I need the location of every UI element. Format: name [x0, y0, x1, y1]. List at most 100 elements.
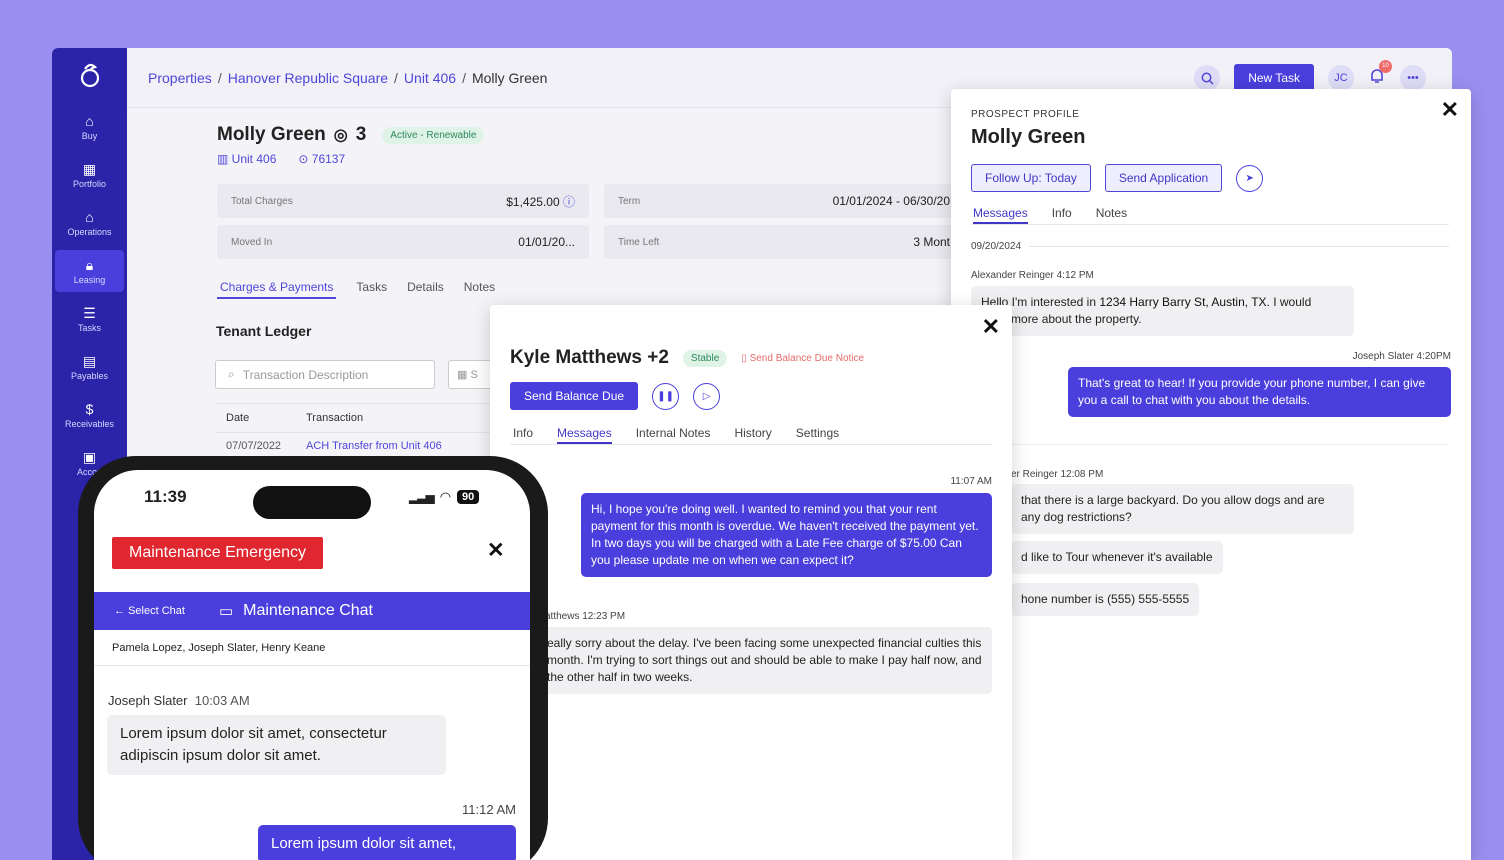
- transaction-search-input[interactable]: ⌕ Transaction Description: [215, 360, 435, 389]
- occupant-count: 3: [355, 124, 367, 145]
- person-icon: ◎: [333, 127, 348, 144]
- tenant-chat-panel: ✕ Kyle Matthews +2 Stable ▯ Send Balance…: [490, 305, 1012, 860]
- pause-icon[interactable]: ❚❚: [652, 382, 680, 410]
- search-icon[interactable]: [1194, 65, 1221, 91]
- building-icon: ▥: [217, 152, 232, 166]
- new-task-button[interactable]: New Task: [1234, 64, 1314, 92]
- stat-label: Total Charges: [231, 195, 293, 207]
- send-balance-due-button[interactable]: Send Balance Due: [510, 382, 639, 410]
- chat-title: Kyle Matthews +2: [510, 347, 669, 368]
- tab-messages[interactable]: Messages: [973, 206, 1028, 224]
- message-bubble: hone number is (555) 555-5555: [1011, 583, 1200, 616]
- tab-charges-payments[interactable]: Charges & Payments: [217, 280, 337, 299]
- moved-in-card: Moved In 01/01/20...: [217, 225, 589, 259]
- back-button[interactable]: ← Select Chat: [114, 605, 185, 617]
- message-bubble: Hi, I hope you're doing well. I wanted t…: [581, 493, 992, 577]
- tab-tasks[interactable]: Tasks: [356, 280, 387, 299]
- status-badge: Active - Renewable: [382, 126, 485, 144]
- stat-value: $1,425.00: [506, 194, 560, 209]
- message-bubble: Hello I'm interested in 1234 Harry Barry…: [971, 286, 1354, 336]
- tab-notes[interactable]: Notes: [1096, 206, 1127, 224]
- send-application-button[interactable]: Send Application: [1104, 164, 1223, 192]
- message-address: 1234 Harry Barry St, Austin, TX.: [1099, 295, 1270, 309]
- ledger-title: Tenant Ledger: [216, 323, 312, 339]
- stat-value: 01/01/2024 - 06/30/20: [832, 194, 950, 208]
- message-bubble: that there is a large backyard. Do you a…: [1011, 484, 1354, 534]
- message-time: 11:07 AM: [950, 476, 992, 487]
- sidebar-item-label: Portfolio: [72, 179, 107, 189]
- tab-history[interactable]: History: [734, 426, 771, 444]
- sidebar-item-buy[interactable]: ⌂ Buy: [55, 106, 124, 148]
- tenant-name: Molly Green: [217, 124, 326, 145]
- more-icon[interactable]: •••: [1400, 65, 1426, 91]
- dollar-document-icon: $: [85, 401, 94, 417]
- message-bubble: Lorem ipsum dolor sit amet, consectetur …: [107, 715, 446, 775]
- tab-details[interactable]: Details: [407, 280, 444, 299]
- sidebar-item-label: Leasing: [73, 275, 106, 285]
- tab-info[interactable]: Info: [513, 426, 533, 444]
- prospect-profile-panel: ✕ PROSPECT PROFILE Molly Green Follow Up…: [951, 89, 1471, 860]
- skip-icon[interactable]: ▷: [693, 382, 721, 410]
- wifi-icon: ◠: [439, 489, 452, 504]
- emergency-banner[interactable]: Maintenance Emergency: [112, 537, 323, 569]
- signal-icon: ▂▃▅: [409, 490, 435, 504]
- close-icon[interactable]: ✕: [487, 538, 505, 563]
- stat-label: Time Left: [618, 236, 660, 248]
- avatar[interactable]: JC: [1328, 65, 1354, 91]
- column-transaction: Transaction: [306, 412, 364, 424]
- breadcrumb-property[interactable]: Hanover Republic Square: [228, 70, 388, 86]
- message-meta: Joseph Slater 4:20PM: [1352, 351, 1451, 362]
- sidebar-item-operations[interactable]: ⌂ Operations: [55, 202, 124, 244]
- date-divider: 09/20/2024: [971, 241, 1022, 252]
- breadcrumb-current: Molly Green: [471, 69, 548, 86]
- prospect-name: Molly Green: [971, 126, 1086, 148]
- unit-link[interactable]: Unit 406: [232, 152, 277, 166]
- logo: [52, 48, 127, 100]
- tab-settings[interactable]: Settings: [796, 426, 839, 444]
- calculator-icon: ▣: [82, 449, 97, 465]
- stat-value: 3 Mont: [913, 235, 950, 249]
- sidebar-item-label: Buy: [81, 131, 98, 141]
- total-charges-card: Total Charges $1,425.00 ⓘ: [217, 184, 589, 218]
- search-icon: ⌕: [228, 367, 235, 381]
- building-icon: ▦: [82, 161, 97, 177]
- breadcrumb-unit[interactable]: Unit 406: [404, 70, 456, 86]
- tab-messages[interactable]: Messages: [557, 426, 612, 444]
- notification-bell-icon[interactable]: 10: [1368, 59, 1392, 90]
- message-time: 10:03 AM: [194, 693, 250, 708]
- document-icon: ▤: [82, 353, 97, 369]
- message-bubble: That's great to hear! If you provide you…: [1068, 367, 1451, 417]
- close-icon[interactable]: ✕: [1441, 97, 1459, 123]
- sidebar-item-label: Operations: [67, 227, 112, 237]
- follow-up-button[interactable]: Follow Up: Today: [971, 164, 1091, 192]
- tab-internal-notes[interactable]: Internal Notes: [636, 426, 711, 444]
- tab-notes[interactable]: Notes: [464, 280, 495, 299]
- house-gear-icon: ⌂: [85, 209, 94, 225]
- send-notice-link[interactable]: ▯ Send Balance Due Notice: [741, 353, 864, 364]
- date-filter-label: S: [470, 368, 478, 381]
- dynamic-island: [253, 486, 371, 519]
- message-meta: Joseph Slater 10:03 AM: [108, 693, 250, 708]
- sidebar-item-leasing[interactable]: 🔒︎ Leasing: [55, 250, 124, 292]
- search-placeholder: Transaction Description: [242, 367, 369, 382]
- sender-name: Joseph Slater: [108, 693, 188, 708]
- close-icon[interactable]: ✕: [982, 314, 1000, 340]
- send-icon[interactable]: ➤: [1236, 164, 1264, 192]
- zip-code: 76137: [311, 152, 346, 166]
- sidebar-item-label: Receivables: [64, 419, 115, 429]
- info-icon[interactable]: ⓘ: [563, 195, 575, 209]
- table-row[interactable]: 07/07/2022 ACH Transfer from Unit 406: [216, 440, 442, 452]
- row-transaction[interactable]: ACH Transfer from Unit 406: [306, 440, 442, 452]
- chat-tabs: Info Messages Internal Notes History Set…: [510, 426, 992, 445]
- sidebar-item-tasks[interactable]: ☰ Tasks: [55, 298, 124, 340]
- sidebar-item-payables[interactable]: ▤ Payables: [55, 346, 124, 388]
- sidebar-item-portfolio[interactable]: ▦ Portfolio: [55, 154, 124, 196]
- list-icon: ☰: [83, 305, 96, 321]
- message-text: I would: [1273, 295, 1312, 309]
- sidebar-item-receivables[interactable]: $ Receivables: [55, 394, 124, 436]
- message-bubble: Lorem ipsum dolor sit amet,: [258, 825, 516, 860]
- chat-title: Maintenance Chat: [243, 602, 373, 619]
- breadcrumb-properties[interactable]: Properties: [148, 70, 212, 86]
- tab-info[interactable]: Info: [1052, 206, 1072, 224]
- phone-screen: 11:39 ▂▃▅ ◠ 90 Maintenance Emergency ✕ ←…: [94, 470, 530, 860]
